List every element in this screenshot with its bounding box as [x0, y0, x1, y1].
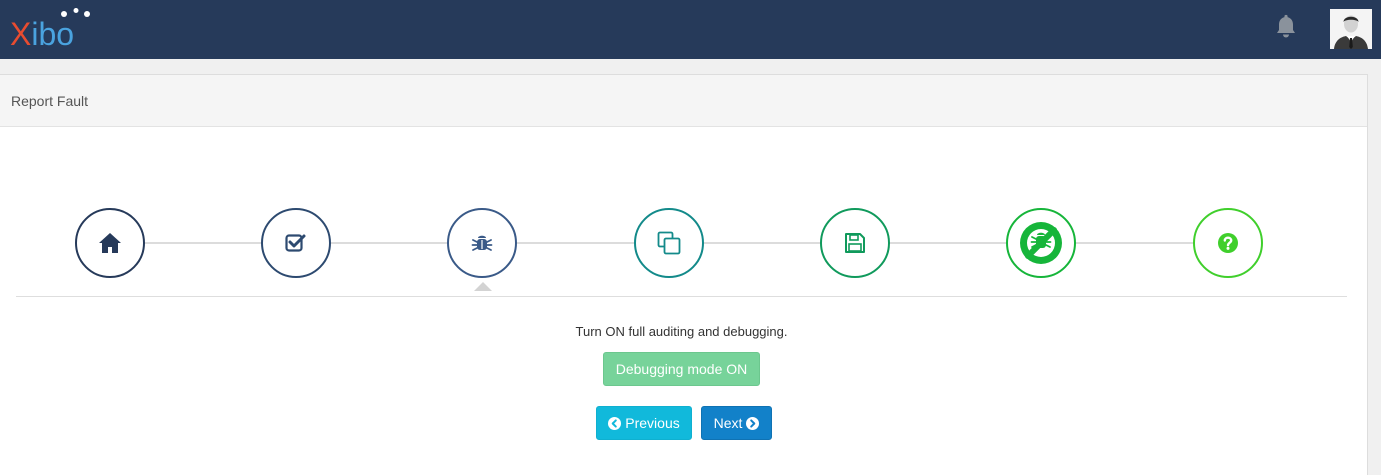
wizard-step-7[interactable]: [1193, 208, 1263, 278]
chevron-circle-left-icon: [608, 416, 622, 430]
page-title: Report Fault: [11, 93, 89, 109]
chevron-circle-right-icon: [746, 416, 760, 430]
wizard-step-1[interactable]: [75, 208, 145, 278]
copy-icon: [657, 231, 681, 255]
previous-button[interactable]: Previous: [596, 406, 692, 440]
question-circle-icon: [1218, 233, 1238, 253]
next-button[interactable]: Next: [701, 406, 772, 440]
panel-heading: Report Fault: [0, 75, 1367, 127]
bell-icon[interactable]: [1274, 14, 1298, 40]
bug-icon: [471, 235, 493, 251]
logo-text: Xibo: [10, 16, 74, 52]
wizard-step-4[interactable]: [634, 208, 704, 278]
wizard-divider: [16, 296, 1347, 297]
user-avatar[interactable]: [1330, 9, 1372, 49]
wizard-step-2[interactable]: [261, 208, 331, 278]
user-avatar-icon: [1330, 9, 1372, 49]
report-fault-panel: Report Fault Turn ON full auditing and d…: [0, 74, 1368, 475]
wizard-step-3[interactable]: [447, 208, 517, 278]
logo-letter-x: X: [10, 16, 32, 52]
logo-letters-rest: ibo: [31, 16, 75, 52]
home-icon: [99, 233, 121, 253]
xibo-logo[interactable]: Xibo: [10, 8, 100, 53]
wizard-step-6[interactable]: [1006, 208, 1076, 278]
check-square-icon: [285, 234, 306, 252]
top-navbar: Xibo: [0, 0, 1381, 59]
step-description: Turn ON full auditing and debugging.: [575, 324, 788, 339]
debugging-mode-button[interactable]: Debugging mode ON: [603, 352, 760, 386]
save-icon: [845, 233, 865, 253]
previous-button-label: Previous: [625, 415, 680, 431]
wizard-step-5[interactable]: [820, 208, 890, 278]
active-step-caret: [474, 282, 492, 291]
next-button-label: Next: [713, 415, 743, 431]
no-bug-icon: [1020, 222, 1062, 264]
